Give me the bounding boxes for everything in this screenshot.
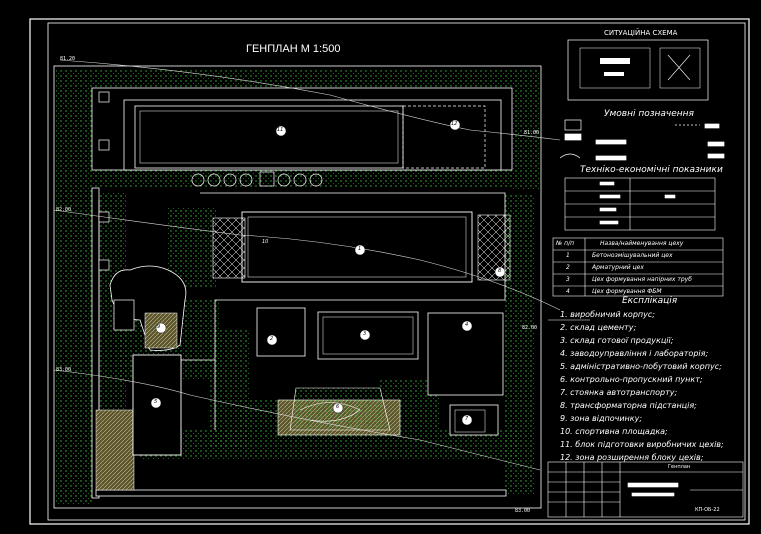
building-number: 10 bbox=[262, 239, 269, 245]
explication-item: 8. трансформаторна підстанція; bbox=[560, 401, 697, 410]
building-number: 3 bbox=[363, 331, 367, 337]
explication-item: 2. склад цементу; bbox=[560, 323, 637, 332]
tech-row-num: 3 bbox=[566, 276, 570, 283]
elevation-mark: 82.00 bbox=[56, 207, 72, 213]
tech-row-name: Арматурний цех bbox=[592, 264, 644, 271]
tech-row-name: Цех формування ФБМ bbox=[592, 288, 662, 295]
building-number: 12 bbox=[451, 121, 458, 127]
explication-item: 11. блок підготовки виробничих цехів; bbox=[560, 440, 724, 449]
stamp-header: Генплан bbox=[668, 464, 691, 470]
tech-row-name: Цех формування напірних труб bbox=[592, 276, 692, 283]
elevation-mark: 81.00 bbox=[524, 130, 540, 136]
elevation-mark: 83.00 bbox=[56, 367, 72, 373]
building-number: 8 bbox=[498, 268, 502, 274]
building-number: 5 bbox=[154, 399, 158, 405]
legend-symbols bbox=[559, 119, 725, 161]
explication-title: Експлікація bbox=[622, 296, 678, 306]
building-number: 6 bbox=[336, 404, 340, 410]
building-number: 2 bbox=[270, 336, 274, 342]
building-number: 9 bbox=[157, 324, 161, 330]
tech-row-num: 1 bbox=[566, 252, 570, 259]
building-number: 11 bbox=[277, 127, 284, 133]
building-number: 4 bbox=[465, 322, 469, 328]
symbols-title: Умовні позначення bbox=[604, 109, 694, 119]
explication-item: 9. зона відпочинку; bbox=[560, 414, 643, 423]
tech-row-num: 4 bbox=[566, 288, 570, 295]
explication-item: 4. заводоуправління і лабораторія; bbox=[560, 349, 709, 358]
situation-title: СИТУАЦІЙНА СХЕМА bbox=[604, 29, 678, 37]
tep-title: Техніко-економічні показники bbox=[580, 165, 723, 175]
explication-item: 12. зона розширення блоку цехів; bbox=[560, 453, 704, 462]
table-header-name: Назва/найменування цеху bbox=[600, 240, 684, 247]
table-header-num: № п/п bbox=[556, 240, 575, 247]
elevation-mark: 81.20 bbox=[60, 56, 76, 62]
explication-item: 7. стоянка автотранспорту; bbox=[560, 388, 678, 397]
explication-item: 1. виробничий корпус; bbox=[560, 310, 655, 319]
explication-item: 5. адміністративно-побутовий корпус; bbox=[560, 362, 722, 371]
building-number: 7 bbox=[465, 416, 469, 422]
situation-scheme bbox=[567, 39, 709, 101]
page-title: ГЕНПЛАН М 1:500 bbox=[246, 43, 341, 55]
elevation-mark: 83.00 bbox=[515, 508, 531, 514]
tech-row-name: Бетонозмішувальний цех bbox=[592, 252, 673, 259]
elevation-mark: 82.00 bbox=[522, 325, 538, 331]
explication-item: 10. спортивна площадка; bbox=[560, 427, 668, 436]
explication-item: 3. склад готової продукції; bbox=[560, 336, 674, 345]
explication-item: 6. контрольно-пропускний пункт; bbox=[560, 375, 703, 384]
building-number: 1 bbox=[358, 246, 362, 252]
stamp-code: КП-ОБ-22 bbox=[695, 507, 720, 513]
tech-row-num: 2 bbox=[566, 264, 570, 271]
tep-table bbox=[564, 177, 716, 231]
